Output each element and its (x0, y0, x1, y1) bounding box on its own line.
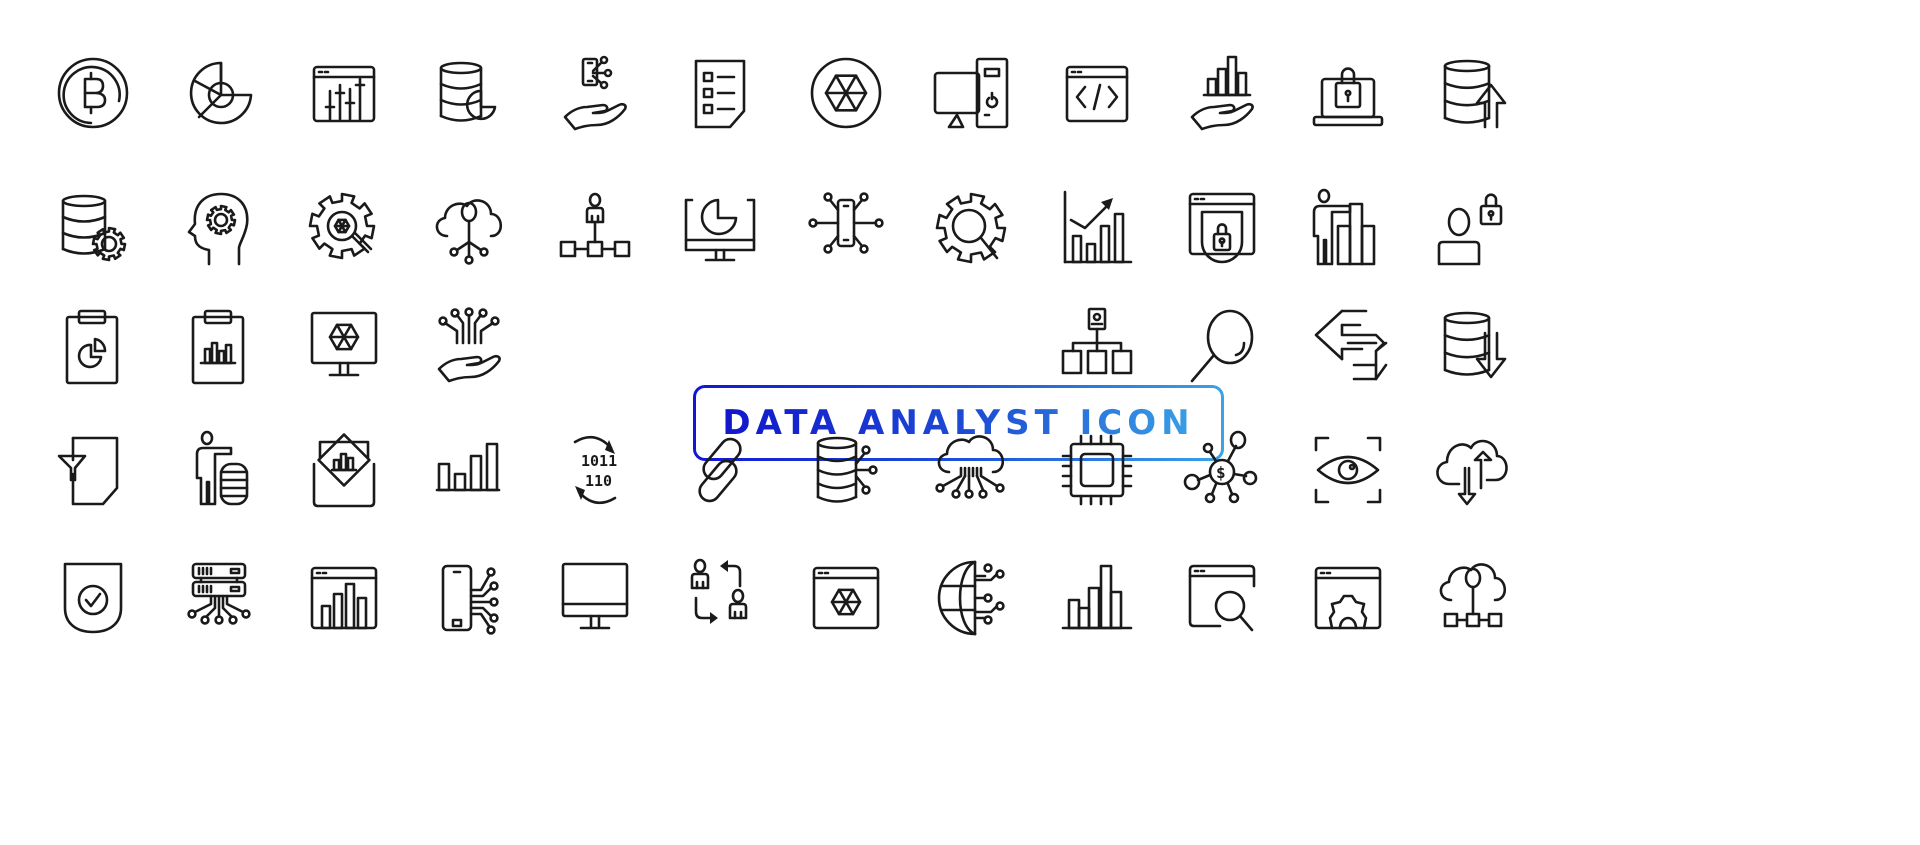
browser-search-icon (1180, 556, 1264, 640)
monitor-hexagon-icon (302, 303, 386, 387)
gear-search-icon (929, 186, 1013, 270)
cloud-network-icon (427, 186, 511, 270)
browser-hexagon-icon (804, 556, 888, 640)
database-gear-icon (51, 186, 135, 270)
browser-shield-lock-icon (1180, 186, 1264, 270)
clipboard-pie-chart-icon (51, 303, 135, 387)
radial-chart-icon (177, 51, 261, 135)
user-lock-icon (1431, 186, 1515, 270)
document-filter-icon (51, 428, 135, 512)
shield-check-icon (51, 556, 135, 640)
org-chart-icon (1055, 303, 1139, 387)
magnifier-icon (1180, 303, 1264, 387)
chain-link-icon (678, 428, 762, 512)
dollar-network-icon: $ (1180, 428, 1264, 512)
column-chart-icon (1055, 556, 1139, 640)
cloud-circuit-icon (929, 428, 1013, 512)
growth-chart-arrow-icon (1055, 186, 1139, 270)
binary-sync-icon: 1011 110 (553, 428, 637, 512)
eye-scan-icon (1306, 428, 1390, 512)
user-exchange-icon (678, 556, 762, 640)
hand-bar-chart-icon (1180, 51, 1264, 135)
envelope-report-icon (302, 428, 386, 512)
bitcoin-coin-icon (51, 51, 135, 135)
monitor-icon (553, 556, 637, 640)
data-transfer-arrows-icon (1306, 303, 1390, 387)
user-hierarchy-icon (553, 186, 637, 270)
checklist-document-icon (678, 51, 762, 135)
cpu-chip-icon (1055, 428, 1139, 512)
cloud-hierarchy-icon (1431, 556, 1515, 640)
gear-magnifier-icon (302, 186, 386, 270)
clipboard-bar-chart-icon (177, 303, 261, 387)
smartphone-network-icon (427, 556, 511, 640)
browser-bar-chart-icon (302, 556, 386, 640)
hexagon-cube-circle-icon (804, 51, 888, 135)
desktop-computer-tower-icon (929, 51, 1013, 135)
browser-settings-icon (1306, 556, 1390, 640)
person-coins-icon (177, 428, 261, 512)
monitor-pie-chart-icon (678, 186, 762, 270)
hand-circuit-icon (427, 303, 511, 387)
browser-code-icon (1055, 51, 1139, 135)
laptop-lock-icon (1306, 51, 1390, 135)
server-network-icon (177, 556, 261, 640)
bar-chart-icon (427, 428, 511, 512)
svg-text:$: $ (1216, 463, 1226, 482)
database-download-icon (1431, 303, 1515, 387)
head-gear-icon (177, 186, 261, 270)
database-pie-chart-icon (427, 51, 511, 135)
hand-smartphone-network-icon (553, 51, 637, 135)
svg-text:110: 110 (585, 472, 612, 490)
smartphone-circuit-icon (804, 186, 888, 270)
cloud-sync-arrows-icon (1431, 428, 1515, 512)
svg-text:1011: 1011 (581, 452, 617, 470)
person-presenting-chart-icon (1306, 186, 1390, 270)
database-network-icon (804, 428, 888, 512)
globe-network-icon (929, 556, 1013, 640)
database-upload-icon (1431, 51, 1515, 135)
browser-sliders-icon (302, 51, 386, 135)
